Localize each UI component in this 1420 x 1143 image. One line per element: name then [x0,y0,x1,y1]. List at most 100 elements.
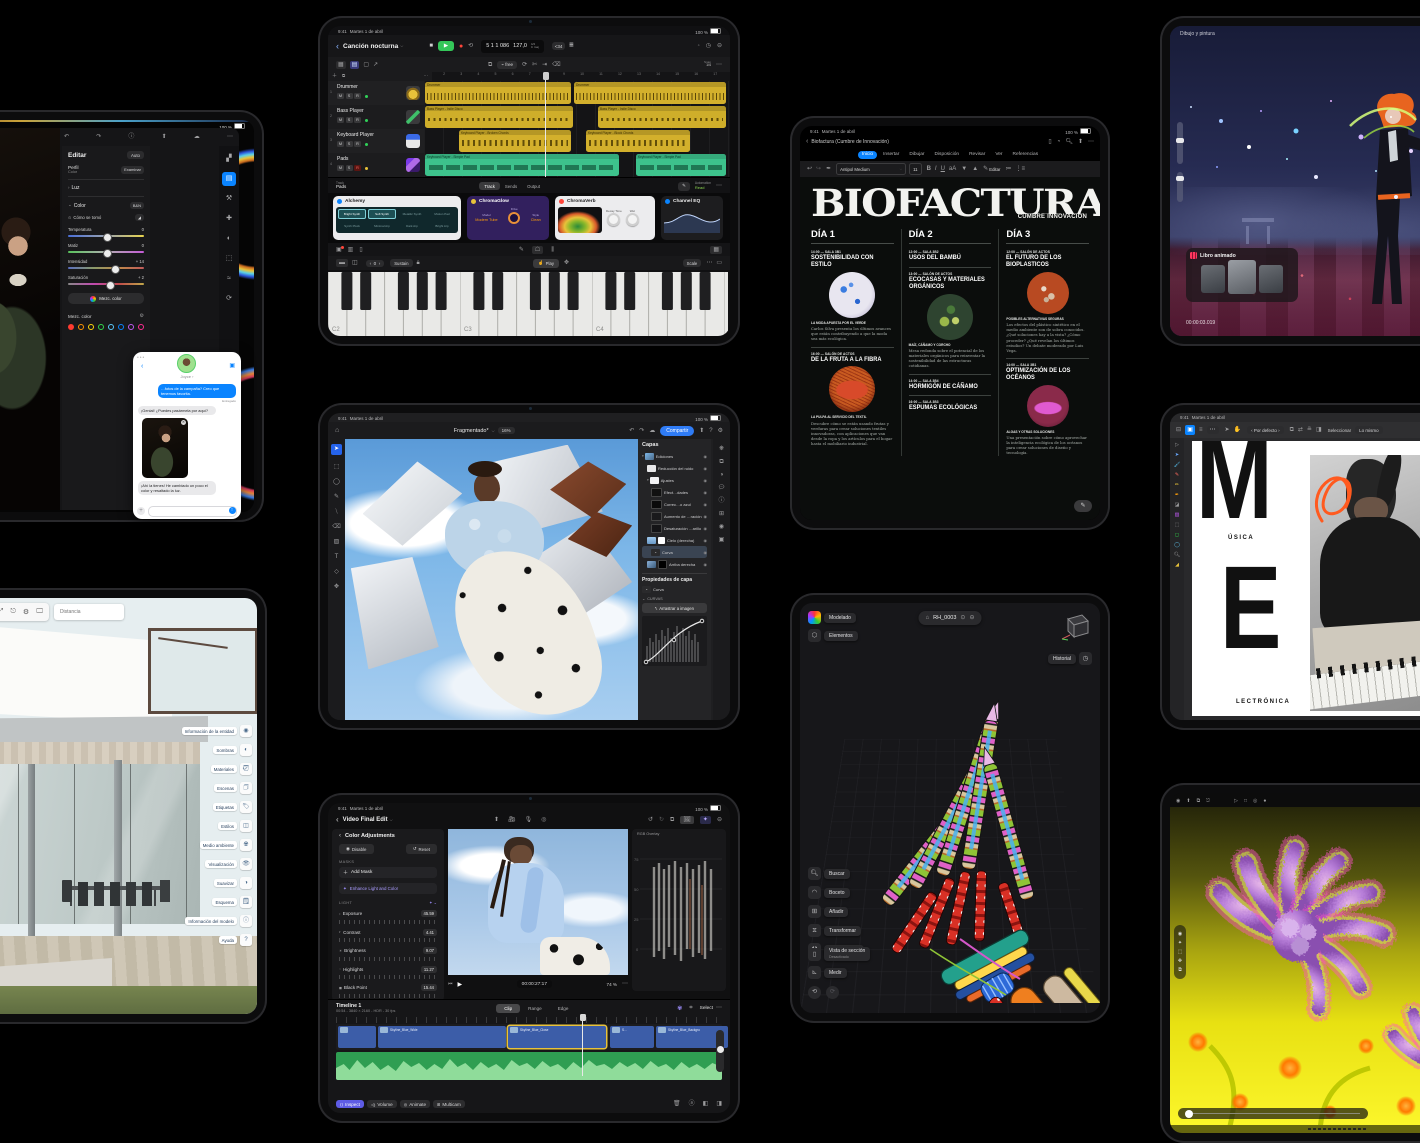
panel-back-icon[interactable]: ‹ [339,833,341,839]
phone-icon[interactable]: ▯ [359,247,362,253]
logic-screen[interactable]: 9:41Martes 1 de abril100 % ‹ Canción noc… [328,26,730,336]
effects-icon[interactable]: ❋ [713,446,730,452]
solo-button[interactable]: S [346,165,353,171]
step-back-icon[interactable]: ⏮ [448,982,453,987]
video-preview[interactable] [448,829,628,975]
send-icon[interactable]: ↑ [229,507,236,514]
color-dots[interactable] [68,324,144,330]
play-mode-button[interactable]: ☝Play [533,259,559,268]
redo-icon[interactable]: ↪ [816,166,821,172]
region-pads-2[interactable]: Keyboard Player - Simple Pad [636,154,726,176]
record-enable-button[interactable]: R [354,165,361,171]
history-button[interactable]: Historial [1048,654,1076,664]
procreate-canvas[interactable]: Dibujo y pintura Libro animado 00:00:03.… [1170,26,1420,336]
pen-icon[interactable]: ✒ [826,166,831,172]
doc-name[interactable]: Fragmentado* [454,428,489,434]
more-icon[interactable]: ⋯ [716,183,722,189]
import-icon[interactable]: ⬆ [494,817,499,823]
render-icon[interactable]: ◉ [1176,799,1180,804]
alchemy-preset[interactable]: Bright Synth [338,209,366,219]
frame-thumb[interactable] [1259,265,1283,293]
mode-clip[interactable]: Clip [496,1004,520,1013]
minimize-icon[interactable]: ⊖ [717,43,722,49]
elements-button[interactable]: ⬡Elementos [808,629,858,642]
entity-info-button[interactable]: Información de la entidad◉ [102,725,252,737]
audition-icon[interactable]: ⓐ [689,1101,695,1107]
back-icon[interactable]: ‹ [336,41,339,51]
tab-output[interactable]: Output [522,182,545,190]
export-icon[interactable]: ⬆ [699,428,704,434]
track-header-drummer[interactable]: 1 Drummer MSR [328,81,424,106]
layer-row-selected[interactable]: ◔Curva◉ [642,546,707,558]
text-style-icon[interactable]: aA [949,166,956,172]
text-color-icon[interactable]: ▲ [972,166,978,172]
plugin-channel-eq[interactable]: Channel EQ [661,196,723,240]
layers-tool[interactable]: ⧉ [1174,967,1186,973]
share-button[interactable]: Compartir [660,426,694,436]
paint-tool[interactable]: 🖌︎ [1170,463,1184,468]
playhead[interactable] [545,72,546,177]
tracks-view-icon[interactable]: ▦ [336,61,346,69]
play-icon[interactable]: ▶ [458,981,463,988]
alchemy-preset[interactable]: Bright Arp [428,221,456,231]
home-icon[interactable]: ⌂ [335,427,339,434]
export-icon[interactable]: ▣ [713,537,730,543]
play-button[interactable]: ▶ [438,41,454,51]
marquee-tool[interactable]: ⬚ [328,464,345,470]
edit-mode-button[interactable]: ✎Editar [983,166,1000,172]
drag-to-image-button[interactable]: ⤣Arrastrar a imagen [642,603,707,613]
curves-graph[interactable] [642,616,707,666]
knob-icon[interactable]: ◦ [698,43,700,49]
region-drummer-1[interactable]: Drummer [425,82,571,104]
color-mix-button[interactable]: Mezc. color [68,293,144,304]
font-size-stepper[interactable]: 11 [909,163,921,175]
plugin-chromaglow[interactable]: ChromaGlow ModelModern Tube Drive StyleC… [467,196,549,240]
message-input[interactable]: ↑ [148,506,237,517]
slider-saturacion[interactable]: Saturación+ 2 [68,275,144,285]
numbered-list-icon[interactable]: ⋮≡ [1015,166,1025,172]
shape-tool[interactable]: ◇ [328,569,345,575]
more-icon[interactable]: ⋯ [1088,139,1094,145]
home-icon[interactable]: ⌂ [926,615,930,621]
region-drummer-2[interactable]: Drummer [574,82,726,104]
plugin-alchemy[interactable]: Alchemy Bright Synth Soft Synth Metallic… [333,196,461,240]
decay-knob[interactable] [607,213,620,226]
cycle-button[interactable]: ⟲ [468,43,473,49]
copy-icon[interactable]: ⧉ [1197,799,1201,804]
loop-icon[interactable]: ⟳ [522,62,527,68]
region-keys-2[interactable]: Keyboard Player - Block Chords [586,130,690,152]
multicam-button[interactable]: ⊞Multicam [433,1100,465,1108]
shape-tool[interactable]: ◻ [1170,533,1184,538]
sustain-button[interactable]: Sustain [390,259,412,267]
layer-row[interactable]: Cielo (derecha)◉ [642,534,707,546]
keys-layout-icon[interactable]: ▬ [336,259,348,267]
timeline-clip[interactable]: S… [610,1026,654,1048]
alchemy-preset[interactable]: Synth Pluck [338,221,366,231]
mute-button[interactable]: M [337,141,344,147]
orientation-cube[interactable] [1058,611,1092,641]
help-icon[interactable]: ? [709,428,712,434]
add-track-icon[interactable]: ＋ [332,74,337,79]
undo-icon[interactable]: ↩ [807,166,812,172]
alchemy-preset[interactable]: Minimal Arp [368,221,396,231]
environment-button[interactable]: Medio ambiente🌐︎ [102,839,252,851]
finalcut-screen[interactable]: 9:41Martes 1 de abril100 % ‹ Video Final… [328,803,730,1113]
mixer-icon[interactable]: 𝄜 [569,43,573,49]
mask-icon[interactable]: ◐ [222,232,236,246]
outliner-button[interactable]: Esquema🗒︎ [102,896,252,908]
cursor-icon[interactable]: ➤ [1225,427,1230,433]
slider-highlights[interactable]: ◌Highlights11.27 [339,966,437,980]
record-icon[interactable]: ● [1263,799,1266,804]
italic-icon[interactable]: I [935,166,937,172]
preset-picker[interactable]: ‹ Por defecto › [1247,426,1284,434]
flipbook-panel[interactable]: Libro animado [1186,248,1298,302]
section-view-button[interactable]: ▯Vista de secciónDesactivado [808,947,870,961]
select-tool[interactable]: ▷ [1170,443,1184,448]
tab-dibujar[interactable]: Dibujar [905,151,928,159]
brush-tool[interactable]: ✎ [328,494,345,500]
track-header-keys[interactable]: 3 Keyboard Player MSR [328,129,424,154]
bold-icon[interactable]: B [927,166,931,172]
eraser-tool[interactable]: ⌫ [328,524,345,530]
record-enable-button[interactable]: R [354,93,361,99]
monitor-icon[interactable]: ▥ [348,247,354,253]
